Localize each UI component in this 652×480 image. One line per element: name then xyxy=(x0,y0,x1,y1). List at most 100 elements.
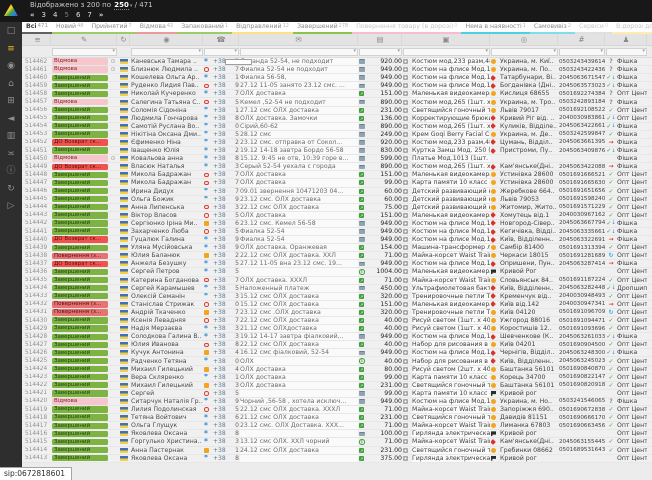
status-badge[interactable]: Завершений xyxy=(52,317,108,323)
status-badge[interactable]: Завершений xyxy=(52,172,108,178)
order-row[interactable]: 514426ЗавершенийКучук Антонина+38416.12 … xyxy=(22,349,652,357)
order-row[interactable]: 514461Відмова⊙Близнюк Людмила ..+387Фиал… xyxy=(22,66,652,74)
order-row[interactable]: 514444ЗавершенийАнна Липенська+38322.12 … xyxy=(22,204,652,212)
status-badge[interactable]: Завершений xyxy=(52,350,108,356)
order-row[interactable]: 514418ЗавершенийТетяна Войтович*+38621.1… xyxy=(22,414,652,422)
status-badge[interactable]: Завершений xyxy=(52,91,108,97)
call-source-icon[interactable] xyxy=(204,349,212,356)
order-row[interactable]: 514458ЗавершенийНиколай Кучеренко*+387ОЛ… xyxy=(22,90,652,98)
column-header-price[interactable]: ▤ xyxy=(359,34,402,45)
order-row[interactable]: 514432Повернення (з...Станіслав Стрижак+… xyxy=(22,301,652,309)
tracking-number[interactable]: 0501692274384 xyxy=(559,90,605,97)
last-page-button[interactable]: » xyxy=(99,11,104,19)
call-source-icon[interactable] xyxy=(204,406,212,413)
call-source-icon[interactable] xyxy=(204,309,212,316)
column-header-id[interactable]: ≡ xyxy=(25,34,51,45)
status-badge[interactable]: Завершений xyxy=(52,455,108,461)
call-source-icon[interactable]: * xyxy=(204,74,212,81)
tracking-number[interactable]: 0501690822147 xyxy=(559,374,605,381)
call-source-icon[interactable]: * xyxy=(204,455,212,462)
status-badge[interactable]: Завершений xyxy=(52,342,108,348)
order-row[interactable]: 514445ЗавершенийОльга Божик*+38923.12 см… xyxy=(22,196,652,204)
tracking-number[interactable]: 0501691665630 xyxy=(559,179,605,186)
order-row[interactable]: 514431Повернення (з...Андрій Ткаченко+38… xyxy=(22,309,652,317)
status-badge[interactable]: Завершений xyxy=(52,414,108,420)
sidebar-item-announce-icon[interactable]: ◄ xyxy=(8,115,15,124)
column-header-comment[interactable]: ✉ xyxy=(240,34,358,45)
order-row[interactable]: 514425ЗавершенийРадченко Тетяна*+380ОЛХ$… xyxy=(22,357,652,365)
tracking-number[interactable]: 20450632824487 xyxy=(559,285,605,292)
tracking-number[interactable]: 0501690666170 xyxy=(559,414,605,421)
call-source-icon[interactable]: * xyxy=(204,163,212,170)
call-source-icon[interactable]: * xyxy=(204,244,212,251)
status-badge[interactable]: Завершений xyxy=(52,212,108,218)
order-row[interactable]: 514454ЗавершенийСамотій Руслана Во..*+38… xyxy=(22,123,652,131)
call-source-icon[interactable]: * xyxy=(204,58,212,65)
tracking-number[interactable]: 20450632483003 xyxy=(559,349,605,356)
tracking-number[interactable]: 0501691313394 xyxy=(559,244,605,251)
call-source-icon[interactable] xyxy=(204,317,212,324)
status-badge[interactable]: Завершений xyxy=(52,131,108,137)
tracking-number[interactable]: 20450634098760 xyxy=(559,147,605,154)
tracking-number[interactable]: 0503243422436 xyxy=(559,66,605,73)
tab-6[interactable]: Завершений278 xyxy=(293,22,352,34)
tracking-number[interactable]: 0503242893184 xyxy=(559,98,605,105)
tracking-number[interactable]: 20450634226619 xyxy=(559,123,605,130)
sidebar-item-sync-icon[interactable]: ↻ xyxy=(7,185,15,194)
tab-all[interactable]: Всі471 xyxy=(22,22,52,34)
call-source-icon[interactable] xyxy=(204,66,212,73)
sidebar-item-stats-icon[interactable]: ▥ xyxy=(7,132,16,141)
tab-3[interactable]: Відмова42 xyxy=(136,22,178,34)
filter-ttn[interactable]: ▾ xyxy=(559,48,605,56)
page-button-3[interactable]: 3 xyxy=(42,11,46,19)
tab-1[interactable]: Новий48 xyxy=(52,22,88,34)
sidebar-item-clients-icon[interactable]: ◉ xyxy=(7,62,15,71)
order-row[interactable]: 514423ЗавершенийВера Скляренко*+381ОЛХ д… xyxy=(22,374,652,382)
tracking-number[interactable]: 0501691096709 xyxy=(559,309,605,316)
tracking-number[interactable]: 0501690820918 xyxy=(559,382,605,389)
tab-11[interactable]: В дорозі додому0 xyxy=(612,22,652,34)
sidebar-item-info-icon[interactable]: ⓘ xyxy=(6,167,15,176)
order-row[interactable]: 514456ЗавершенийСоломія Сідоніна*+38127.… xyxy=(22,107,652,115)
call-source-icon[interactable] xyxy=(204,252,212,259)
call-source-icon[interactable]: * xyxy=(204,139,212,146)
page-button-7[interactable]: 7 xyxy=(87,11,91,19)
filter-company[interactable]: ▾ xyxy=(606,48,647,56)
call-source-icon[interactable] xyxy=(204,228,212,235)
call-source-icon[interactable]: * xyxy=(204,398,212,405)
status-badge[interactable]: Повернення (з... xyxy=(52,253,108,259)
status-badge[interactable]: Повернення (з... xyxy=(52,309,108,315)
order-row[interactable]: 514462Відмова⊙Каневська Тамара ..*+381Ла… xyxy=(22,58,652,66)
sidebar-item-video-icon[interactable]: ▷ xyxy=(8,202,15,211)
app-logo-icon[interactable] xyxy=(4,4,18,16)
order-row[interactable]: 514422ЗавершенийМихаил Гилецький+383ОЛХ … xyxy=(22,382,652,390)
tracking-number[interactable] xyxy=(559,268,605,275)
tracking-number[interactable]: 20450634220880 xyxy=(559,163,605,170)
status-badge[interactable]: Відмова xyxy=(52,398,108,404)
status-badge[interactable]: Завершений xyxy=(52,439,108,445)
filter-client[interactable]: ▾ xyxy=(131,48,203,56)
order-row[interactable]: 514440ДО Возврат ск...Гуцалюк Галина*+38… xyxy=(22,236,652,244)
status-badge[interactable]: Завершений xyxy=(52,325,108,331)
tracking-number[interactable]: 20400309484935 xyxy=(559,293,605,300)
status-badge[interactable]: Завершений xyxy=(52,180,108,186)
sidebar-item-screen-icon[interactable]: □ xyxy=(7,27,16,36)
tracking-number[interactable]: 20400309473416 xyxy=(559,301,605,308)
filter-comment[interactable]: ▾ xyxy=(240,48,358,56)
column-header-address[interactable]: ◎ xyxy=(491,34,558,45)
call-source-icon[interactable]: * xyxy=(204,236,212,243)
status-badge[interactable]: Завершений xyxy=(52,115,108,121)
filter-status[interactable]: ▾ xyxy=(52,48,117,56)
call-source-icon[interactable]: * xyxy=(204,260,212,267)
tracking-number[interactable]: 20400309671628 xyxy=(559,212,605,219)
status-badge[interactable]: Завершений xyxy=(52,83,108,89)
call-source-icon[interactable] xyxy=(204,98,212,105)
call-source-icon[interactable]: * xyxy=(204,414,212,421)
tracking-number[interactable]: 0501692108522 xyxy=(559,107,605,114)
tab-10[interactable]: Сервіси0 xyxy=(575,22,612,34)
order-row[interactable]: 514414ЗавершенийАнна Пастернак+38124.12 … xyxy=(22,447,652,455)
tracking-number[interactable]: 0501691187224 xyxy=(559,277,605,284)
status-badge[interactable]: Завершений xyxy=(52,366,108,372)
order-row[interactable]: 514453ЗавершенийНікітіна Оксана Дми..*+3… xyxy=(22,131,652,139)
page-size-select[interactable]: 250 xyxy=(114,1,129,10)
